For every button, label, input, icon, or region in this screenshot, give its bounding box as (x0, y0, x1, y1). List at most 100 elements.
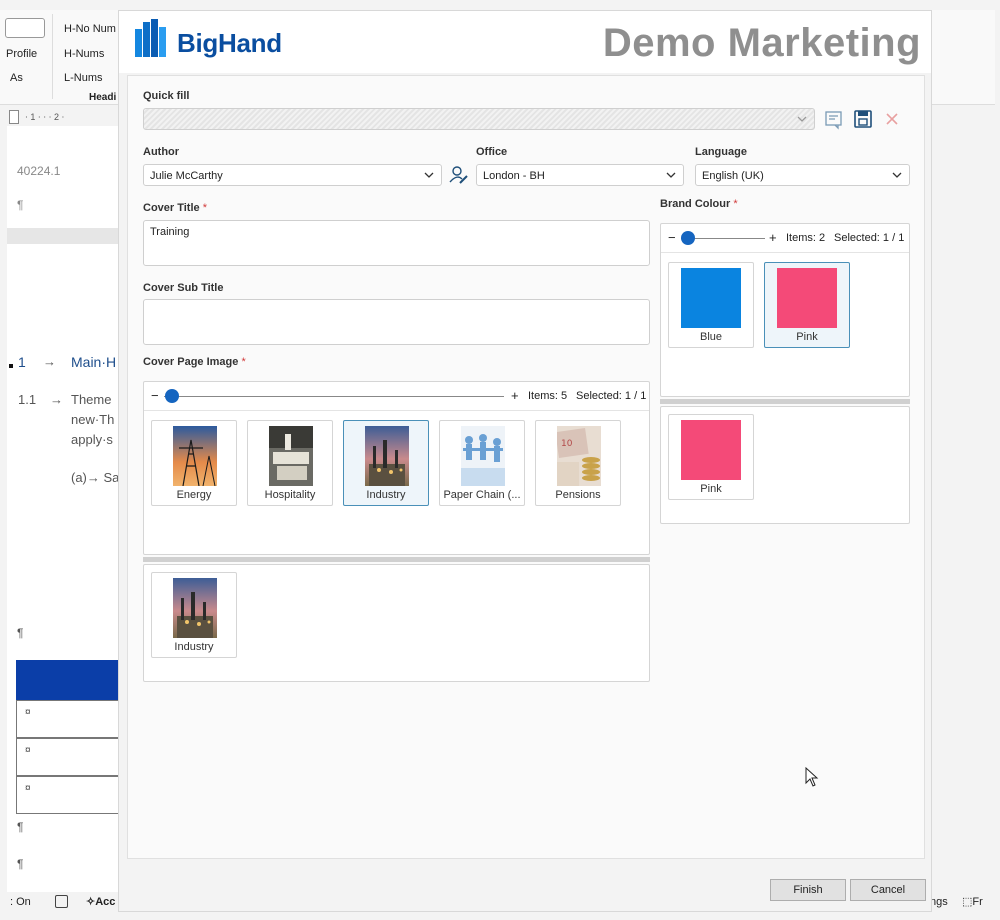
cover-page-image-label: Cover Page Image * (143, 356, 246, 368)
image-tile-label: Paper Chain (... (443, 489, 521, 501)
focus-mode[interactable]: ⬚Fr (962, 895, 983, 908)
section-break (7, 228, 127, 244)
style-h-nums[interactable]: H-Nums (64, 48, 104, 60)
gallery-splitter[interactable] (660, 399, 910, 404)
zoom-in-button[interactable]: + (769, 230, 777, 245)
cover-sub-title-label: Cover Sub Title (143, 282, 224, 294)
gallery-splitter[interactable] (143, 557, 650, 562)
zoom-out-button[interactable]: − (668, 230, 676, 245)
ruler: ⋅ 1 ⋅ ⋅ ⋅ 2 ⋅ (7, 108, 127, 126)
ribbon-group-headings: Headi (89, 92, 117, 103)
indent-marker-icon[interactable] (9, 110, 19, 124)
brand-colour-label: Brand Colour * (660, 198, 738, 210)
cover-title-label: Cover Title * (143, 202, 207, 214)
cancel-button[interactable]: Cancel (850, 879, 926, 901)
logo-text: BigHand (177, 28, 282, 58)
ribbon-divider (52, 14, 53, 99)
image-tile-pensions[interactable]: 10 Pensions (535, 420, 621, 506)
industry-thumbnail (365, 426, 409, 486)
image-tile-label: Pensions (555, 489, 601, 501)
zoom-out-button[interactable]: − (151, 388, 159, 403)
body-line: apply·s (71, 432, 113, 447)
list-item-a: (a)→ Sa (71, 470, 120, 485)
colour-tile-label: Blue (699, 331, 723, 343)
close-icon[interactable] (881, 108, 903, 130)
colour-tile-blue[interactable]: Blue (668, 262, 754, 348)
table-row[interactable]: ¤ (16, 776, 120, 814)
toolbar-divider (661, 252, 909, 253)
author-dropdown[interactable]: Julie McCarthy (143, 164, 442, 186)
paragraph-mark: ¶ (17, 626, 24, 640)
body-line: Theme (71, 392, 112, 407)
apply-quick-fill-icon[interactable] (823, 108, 845, 130)
selected-count: Selected: 1 / 1 (834, 232, 905, 244)
image-tile-energy[interactable]: Energy (151, 420, 237, 506)
language-dropdown[interactable]: English (UK) (695, 164, 910, 186)
selected-image-panel: Industry (143, 564, 650, 682)
zoom-slider-track[interactable] (164, 396, 504, 397)
selected-colour-panel: Pink (660, 406, 910, 524)
form-panel: Quick fill Author Julie McCarthy Office … (127, 75, 925, 859)
quick-fill-dropdown[interactable] (143, 108, 815, 130)
ribbon-profile[interactable]: Profile (6, 48, 37, 60)
image-tile-industry[interactable]: Industry (343, 420, 429, 506)
paragraph-mark: ¶ (17, 198, 24, 212)
office-dropdown[interactable]: London - BH (476, 164, 684, 186)
finish-button[interactable]: Finish (770, 879, 846, 901)
subheading-arrow: → (50, 392, 63, 407)
bullet-marker (9, 364, 13, 368)
svg-text:10: 10 (561, 439, 573, 449)
zoom-slider-handle[interactable] (681, 231, 695, 245)
paragraph-mark: ¶ (17, 820, 24, 834)
chevron-down-icon (892, 172, 902, 178)
items-count: Items: 2 (786, 232, 826, 244)
chevron-down-icon (797, 116, 807, 122)
industry-thumbnail (173, 578, 217, 638)
ribbon-as[interactable]: As (10, 72, 23, 84)
toolbar-divider (144, 410, 649, 411)
selected-image-tile-industry[interactable]: Industry (151, 572, 237, 658)
paper-chain-thumbnail (461, 426, 505, 486)
selected-colour-tile-pink[interactable]: Pink (668, 414, 754, 500)
colour-tile-pink[interactable]: Pink (764, 262, 850, 348)
language-value: English (UK) (702, 170, 764, 182)
image-tile-paper-chain[interactable]: Paper Chain (... (439, 420, 525, 506)
zoom-slider-handle[interactable] (165, 389, 179, 403)
pensions-thumbnail: 10 (557, 426, 601, 486)
body-line: new·Th (71, 412, 115, 427)
save-icon[interactable] (852, 108, 874, 130)
ribbon-dropdown[interactable] (5, 18, 45, 38)
edit-author-icon[interactable] (448, 164, 470, 186)
cover-sub-title-input[interactable] (143, 299, 650, 345)
zoom-in-button[interactable]: + (511, 388, 519, 403)
mouse-cursor-icon (805, 767, 819, 787)
chevron-down-icon (424, 172, 434, 178)
paragraph-mark: ¶ (17, 857, 24, 871)
quick-fill-label: Quick fill (143, 90, 190, 102)
macro-icon[interactable] (55, 895, 68, 908)
accessibility-status[interactable]: ✧Acc (86, 895, 115, 908)
status-settings[interactable]: ngs (930, 896, 948, 908)
table-header (16, 660, 120, 700)
gallery-toolbar: − + Items: 2 Selected: 1 / 1 (661, 224, 909, 252)
author-value: Julie McCarthy (150, 170, 223, 182)
colour-tile-label: Pink (796, 331, 818, 343)
status-track-changes[interactable]: : On (10, 896, 31, 908)
heading-text: Main·H (71, 354, 117, 370)
office-value: London - BH (483, 170, 545, 182)
hospitality-thumbnail (269, 426, 313, 486)
heading-number: 1 (18, 354, 26, 370)
office-label: Office (476, 146, 508, 158)
table-row[interactable]: ¤ (16, 700, 120, 738)
style-l-nums[interactable]: L-Nums (64, 72, 103, 84)
ruler-ticks: ⋅ 1 ⋅ ⋅ ⋅ 2 ⋅ (25, 112, 65, 122)
style-h-no-num[interactable]: H-No Num (64, 23, 116, 35)
colour-tile-label: Pink (700, 483, 722, 495)
table-row[interactable]: ¤ (16, 738, 120, 776)
image-tile-label: Industry (366, 489, 406, 501)
gallery-toolbar: − + Items: 5 Selected: 1 / 1 (144, 382, 649, 410)
cover-title-input[interactable]: Training (143, 220, 650, 266)
image-tile-hospitality[interactable]: Hospitality (247, 420, 333, 506)
colour-swatch (681, 420, 741, 480)
bighand-dialog: BigHand Demo Marketing Quick fill Author… (118, 10, 932, 912)
